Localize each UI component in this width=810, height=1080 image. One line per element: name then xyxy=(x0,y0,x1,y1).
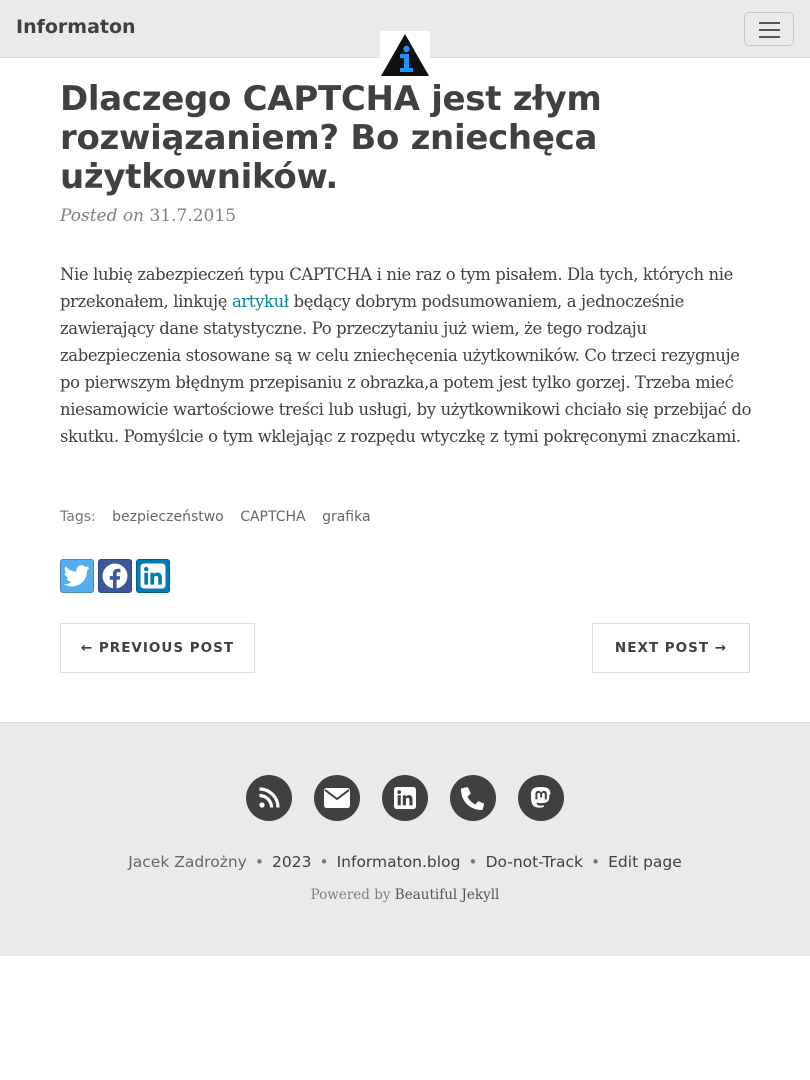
twitter-icon xyxy=(64,565,90,587)
linkedin-icon xyxy=(394,787,416,809)
share-facebook-button[interactable] xyxy=(98,559,132,593)
post-body: Nie lubię zabezpieczeń typu CAPTCHA i ni… xyxy=(60,261,760,450)
share-linkedin-button[interactable] xyxy=(136,559,170,593)
separator: • xyxy=(468,853,478,871)
tags-label: Tags: xyxy=(60,509,96,525)
site-footer: Jacek Zadrożny • 2023 • Informaton.blog • Do-n… xyxy=(0,722,810,956)
powered-by-label: Powered by xyxy=(310,887,391,903)
post-date: 31.7.2015 xyxy=(149,206,237,226)
email-icon xyxy=(324,788,350,808)
powered-by: Powered by Beautiful Jekyll xyxy=(0,887,810,903)
site-link[interactable]: Informaton.blog xyxy=(337,853,461,871)
next-post-button[interactable]: NEXT POST → xyxy=(592,623,750,673)
social-share-bar xyxy=(60,559,170,593)
posted-on-label: Posted on xyxy=(60,206,145,226)
site-logo-avatar[interactable] xyxy=(380,31,430,77)
separator: • xyxy=(254,853,264,871)
edit-page-link[interactable]: Edit page xyxy=(608,853,682,871)
mastodon-icon xyxy=(531,787,551,808)
hamburger-icon xyxy=(759,22,780,24)
post-tags: Tags: bezpieczeństwo CAPTCHA grafika xyxy=(60,509,371,525)
post-title: Dlaczego CAPTCHA jest złym rozwiązaniem?… xyxy=(60,79,602,197)
phone-icon xyxy=(461,787,485,810)
separator: • xyxy=(319,853,329,871)
mastodon-link[interactable] xyxy=(518,775,564,821)
body-text-after: będący dobrym podsumowaniem, a jednocześ… xyxy=(60,292,752,446)
author-name: Jacek Zadrożny xyxy=(128,853,247,871)
linkedin-link[interactable] xyxy=(382,775,428,821)
email-link[interactable] xyxy=(314,775,360,821)
post-meta: Posted on 31.7.2015 xyxy=(60,206,236,226)
footer-social-icons xyxy=(0,775,810,821)
site-brand-link[interactable]: Informaton xyxy=(16,16,136,38)
phone-link[interactable] xyxy=(450,775,496,821)
menu-toggle-button[interactable] xyxy=(744,12,794,46)
facebook-icon xyxy=(102,563,128,589)
do-not-track-link[interactable]: Do-not-Track xyxy=(486,853,583,871)
beautiful-jekyll-link[interactable]: Beautiful Jekyll xyxy=(395,887,500,903)
copyright-year: 2023 xyxy=(271,853,312,871)
info-logo-icon xyxy=(381,34,429,76)
tag-link[interactable]: CAPTCHA xyxy=(240,509,305,525)
rss-link[interactable] xyxy=(246,775,292,821)
post-paragraph: Nie lubię zabezpieczeń typu CAPTCHA i ni… xyxy=(60,261,760,450)
footer-credits: Jacek Zadrożny • 2023 • Informaton.blog • Do-n… xyxy=(0,853,810,871)
tag-link[interactable]: bezpieczeństwo xyxy=(112,509,224,525)
share-twitter-button[interactable] xyxy=(60,559,94,593)
article-link[interactable]: artykuł xyxy=(232,292,289,311)
linkedin-icon xyxy=(140,563,166,589)
separator: • xyxy=(590,853,601,871)
rss-icon xyxy=(259,787,280,808)
previous-post-button[interactable]: ← PREVIOUS POST xyxy=(60,623,255,673)
tag-link[interactable]: grafika xyxy=(322,509,370,525)
